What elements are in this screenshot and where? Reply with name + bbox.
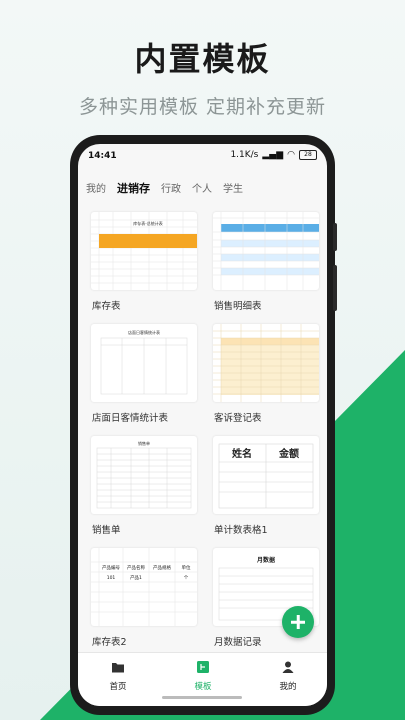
- template-thumbnail: 产品编号 产品名称 产品规格 单位 101 产品1 个: [91, 548, 197, 626]
- bottom-navigation: 首页 模板 我的: [78, 652, 327, 706]
- nav-mine[interactable]: 我的: [258, 659, 318, 692]
- battery-level: 28: [304, 151, 312, 158]
- template-thumbnail: 姓名 金额: [213, 436, 319, 514]
- template-thumbnail: [213, 212, 319, 290]
- tab-personal[interactable]: 个人: [192, 180, 212, 195]
- thumb-cell: 个: [184, 575, 189, 581]
- status-bar: 14:41 1.1K/s ▂▄▆ ◠ 28: [78, 144, 327, 166]
- person-icon: [282, 661, 294, 673]
- tab-student[interactable]: 学生: [223, 180, 243, 195]
- thumb-header: 单位: [182, 564, 191, 571]
- volume-button: [333, 223, 337, 251]
- nav-home[interactable]: 首页: [88, 659, 148, 692]
- thumb-header: 产品规格: [153, 564, 171, 571]
- phone-frame: 14:41 1.1K/s ▂▄▆ ◠ 28 我的 进销存 行政 个人 学生 库存…: [70, 135, 337, 715]
- thumb-header: 姓名: [231, 447, 252, 460]
- thumb-header: 金额: [278, 447, 299, 460]
- signal-icon: ▂▄▆: [262, 150, 284, 160]
- nav-label: 模板: [194, 682, 212, 692]
- power-button: [333, 265, 337, 311]
- template-label: 月数据记录: [214, 637, 262, 648]
- template-icon: [197, 661, 209, 673]
- thumb-cell: 产品1: [130, 574, 142, 581]
- folder-icon: [112, 663, 124, 673]
- template-thumbnail: [213, 324, 319, 402]
- hero-title: 内置模板: [134, 40, 271, 78]
- home-indicator: [162, 696, 242, 699]
- template-thumbnail: 销售单: [91, 436, 197, 514]
- thumb-title: 库存表-总统计表: [133, 220, 162, 226]
- template-label: 销售明细表: [214, 301, 262, 312]
- wifi-icon: ◠: [287, 150, 295, 160]
- template-thumbnail: 库存表-总统计表: [91, 212, 197, 290]
- template-label: 单计数表格1: [214, 525, 268, 536]
- add-template-button[interactable]: [282, 606, 314, 638]
- tab-mine[interactable]: 我的: [86, 180, 106, 195]
- template-thumbnail: 店面日客情统计表: [91, 324, 197, 402]
- nav-templates[interactable]: 模板: [173, 659, 233, 692]
- battery-icon: 28: [299, 150, 317, 160]
- template-label: 库存表: [92, 301, 121, 312]
- thumb-cell: 101: [107, 575, 116, 581]
- thumb-title: 店面日客情统计表: [128, 329, 160, 335]
- thumb-title: 销售单: [138, 440, 150, 446]
- status-time: 14:41: [88, 151, 117, 161]
- template-label: 销售单: [92, 525, 121, 536]
- nav-label: 首页: [109, 682, 127, 692]
- nav-label: 我的: [279, 682, 297, 692]
- net-speed: 1.1K/s: [230, 150, 259, 160]
- category-tabs: 我的 进销存 行政 个人 学生: [86, 180, 243, 196]
- template-label: 库存表2: [92, 637, 127, 648]
- thumb-title: 月数据: [256, 556, 275, 564]
- tab-inventory[interactable]: 进销存: [117, 180, 150, 196]
- tab-admin[interactable]: 行政: [161, 180, 181, 195]
- template-label: 店面日客情统计表: [92, 413, 169, 424]
- template-label: 客诉登记表: [214, 413, 262, 424]
- app-screen: 14:41 1.1K/s ▂▄▆ ◠ 28 我的 进销存 行政 个人 学生 库存…: [78, 144, 327, 706]
- hero-subtitle: 多种实用模板 定期补充更新: [78, 96, 327, 118]
- thumb-header: 产品名称: [127, 564, 145, 571]
- thumb-header: 产品编号: [102, 564, 120, 571]
